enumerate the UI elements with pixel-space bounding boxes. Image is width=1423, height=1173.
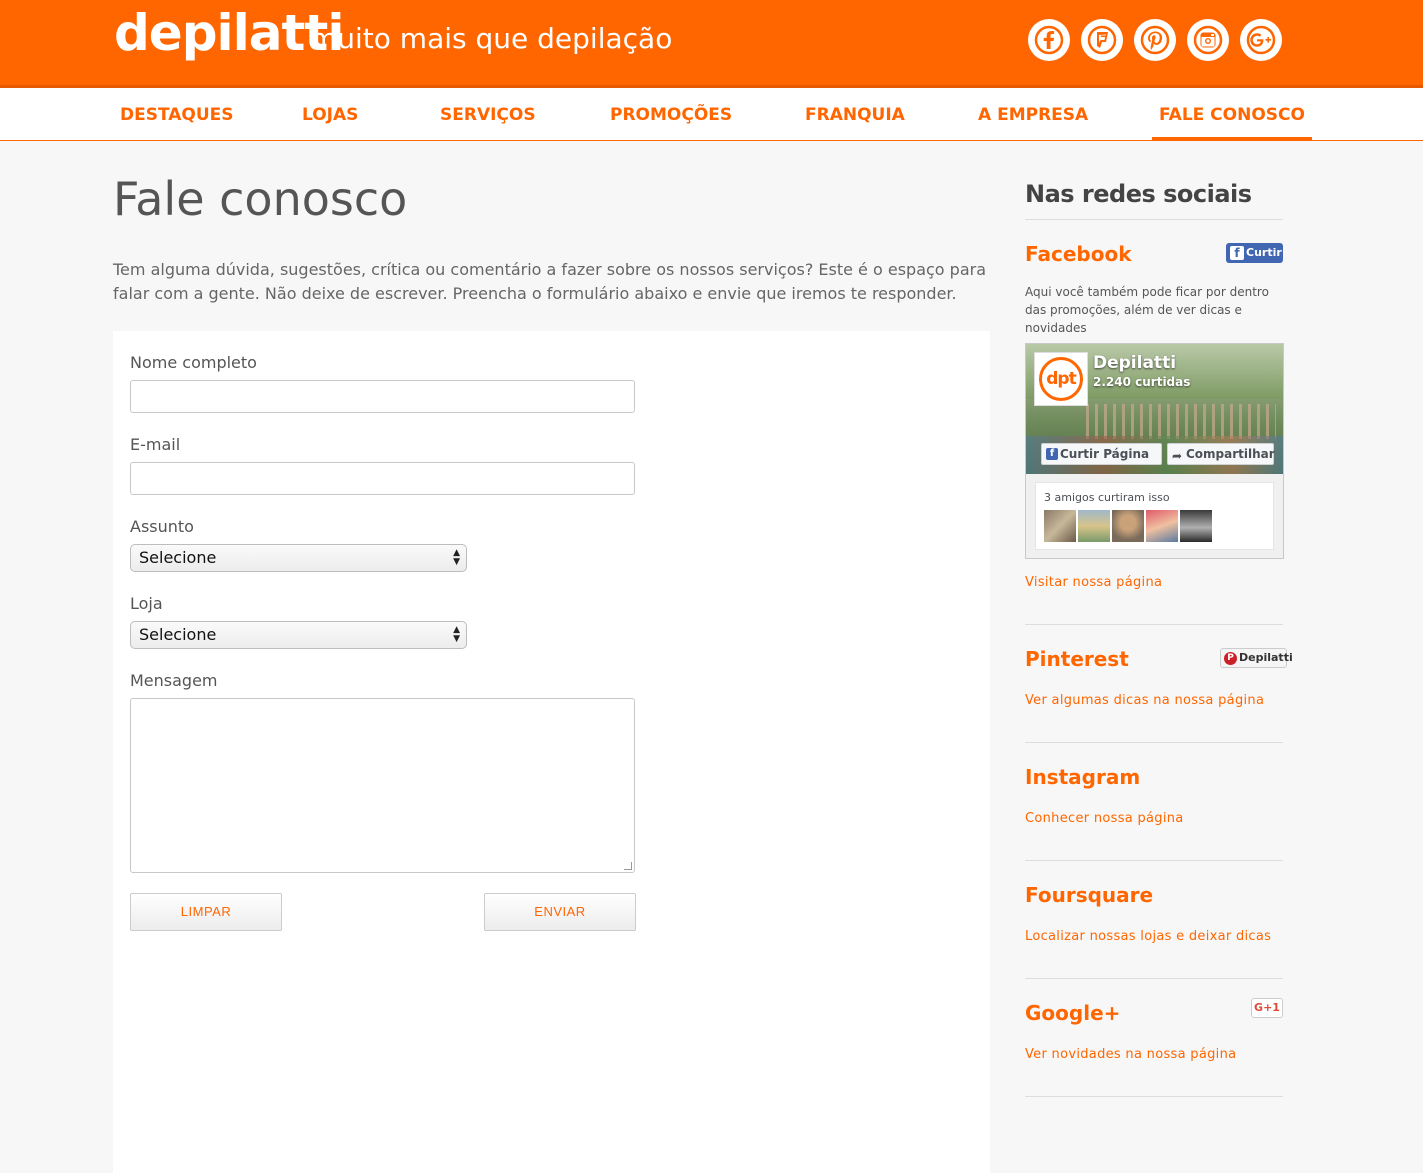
friend-avatar[interactable] — [1112, 510, 1144, 542]
divider — [1025, 978, 1283, 979]
googleplus-link[interactable]: Ver novidades na nossa página — [1025, 1047, 1236, 1062]
foursquare-title: Foursquare — [1025, 883, 1154, 907]
top-header: depilatti muito mais que depilação — [0, 0, 1423, 88]
nav-servicos[interactable]: SERVIÇOS — [440, 88, 536, 140]
send-button[interactable]: ENVIAR — [484, 893, 636, 931]
subject-select-value: Selecione — [139, 548, 217, 567]
facebook-friends-box: 3 amigos curtiram isso — [1035, 482, 1274, 550]
foursquare-icon[interactable] — [1081, 19, 1123, 61]
share-label: Compartilhar — [1186, 447, 1275, 461]
facebook-page-avatar[interactable]: dpt — [1034, 352, 1088, 406]
divider — [1025, 860, 1283, 861]
friend-avatar[interactable] — [1146, 510, 1178, 542]
pinterest-follow-button[interactable]: P Depilatti — [1220, 648, 1293, 668]
email-input[interactable] — [130, 462, 635, 495]
message-textarea[interactable] — [130, 698, 635, 873]
like-page-label: Curtir Página — [1060, 447, 1150, 461]
divider — [1025, 219, 1283, 220]
nav-promocoes[interactable]: PROMOÇÕES — [610, 88, 732, 140]
pinterest-title: Pinterest — [1025, 647, 1129, 671]
facebook-page-name[interactable]: Depilatti — [1093, 353, 1176, 373]
store-label: Loja — [130, 594, 163, 613]
friend-avatar[interactable] — [1044, 510, 1076, 542]
dpt-logo: dpt — [1039, 357, 1083, 401]
nav-destaques[interactable]: DESTAQUES — [120, 88, 234, 140]
pinterest-icon: P — [1224, 652, 1237, 665]
facebook-share-button[interactable]: ➦ Compartilhar — [1167, 443, 1275, 465]
store-select-value: Selecione — [139, 625, 217, 644]
friend-avatar[interactable] — [1078, 510, 1110, 542]
store-select[interactable]: Selecione ▲ ▼ — [130, 621, 467, 649]
nav-fale-conosco[interactable]: FALE CONOSCO — [1152, 88, 1312, 140]
foursquare-link[interactable]: Localizar nossas lojas e deixar dicas — [1025, 929, 1271, 944]
clear-button[interactable]: LIMPAR — [130, 893, 282, 931]
pinterest-icon[interactable] — [1134, 19, 1176, 61]
nav-a-empresa[interactable]: A EMPRESA — [978, 88, 1088, 140]
instagram-icon[interactable] — [1187, 19, 1229, 61]
nav-franquia[interactable]: FRANQUIA — [805, 88, 905, 140]
google-plus-icon[interactable] — [1240, 19, 1282, 61]
name-label: Nome completo — [130, 353, 257, 372]
sidebar-title: Nas redes sociais — [1025, 180, 1252, 208]
page-title: Fale conosco — [113, 172, 408, 226]
friend-avatar[interactable] — [1180, 510, 1212, 542]
nav-lojas[interactable]: LOJAS — [302, 88, 358, 140]
facebook-icon[interactable] — [1028, 19, 1070, 61]
instagram-link[interactable]: Conhecer nossa página — [1025, 811, 1184, 826]
resize-grip-icon[interactable] — [624, 862, 632, 870]
social-icons — [1028, 19, 1282, 61]
facebook-description: Aqui você também pode ficar por dentro d… — [1025, 285, 1269, 335]
site-tagline: muito mais que depilação — [310, 22, 673, 55]
cover-people — [1086, 404, 1276, 439]
instagram-title: Instagram — [1025, 765, 1141, 789]
pinterest-link[interactable]: Ver algumas dicas na nossa página — [1025, 693, 1264, 708]
facebook-like-label: Curtir — [1246, 246, 1282, 259]
facebook-icon: f — [1230, 246, 1244, 260]
facebook-icon: f — [1046, 448, 1058, 460]
email-label: E-mail — [130, 435, 181, 454]
pinterest-button-label: Depilatti — [1239, 651, 1293, 664]
subject-select[interactable]: Selecione ▲ ▼ — [130, 544, 467, 572]
facebook-like-page-button[interactable]: f Curtir Página — [1041, 443, 1162, 465]
select-arrows-icon: ▲ ▼ — [453, 625, 460, 644]
googleplus-title: Google+ — [1025, 1001, 1121, 1025]
facebook-like-button[interactable]: f Curtir — [1226, 243, 1283, 263]
intro-text: Tem alguma dúvida, sugestões, crítica ou… — [113, 260, 987, 303]
google-plus-one-button[interactable]: G+1 — [1251, 998, 1283, 1018]
divider — [1025, 624, 1283, 625]
facebook-cover-image[interactable]: dpt Depilatti 2.240 curtidas f Curtir Pá… — [1026, 344, 1283, 474]
divider — [1025, 1096, 1283, 1097]
share-arrow-icon: ➦ — [1172, 449, 1183, 463]
select-arrows-icon: ▲ ▼ — [453, 548, 460, 567]
friend-avatars — [1044, 510, 1212, 542]
facebook-page-widget: dpt Depilatti 2.240 curtidas f Curtir Pá… — [1025, 343, 1284, 559]
divider — [1025, 742, 1283, 743]
facebook-page-likes: 2.240 curtidas — [1093, 375, 1191, 389]
name-input[interactable] — [130, 380, 635, 413]
contact-form: Nome completo E-mail Assunto Selecione ▲… — [113, 331, 990, 1173]
subject-label: Assunto — [130, 517, 194, 536]
friends-like-text: 3 amigos curtiram isso — [1044, 491, 1170, 504]
facebook-visit-link[interactable]: Visitar nossa página — [1025, 575, 1162, 590]
facebook-title: Facebook — [1025, 242, 1132, 266]
main-nav: DESTAQUES LOJAS SERVIÇOS PROMOÇÕES FRANQ… — [0, 88, 1423, 141]
message-label: Mensagem — [130, 671, 218, 690]
